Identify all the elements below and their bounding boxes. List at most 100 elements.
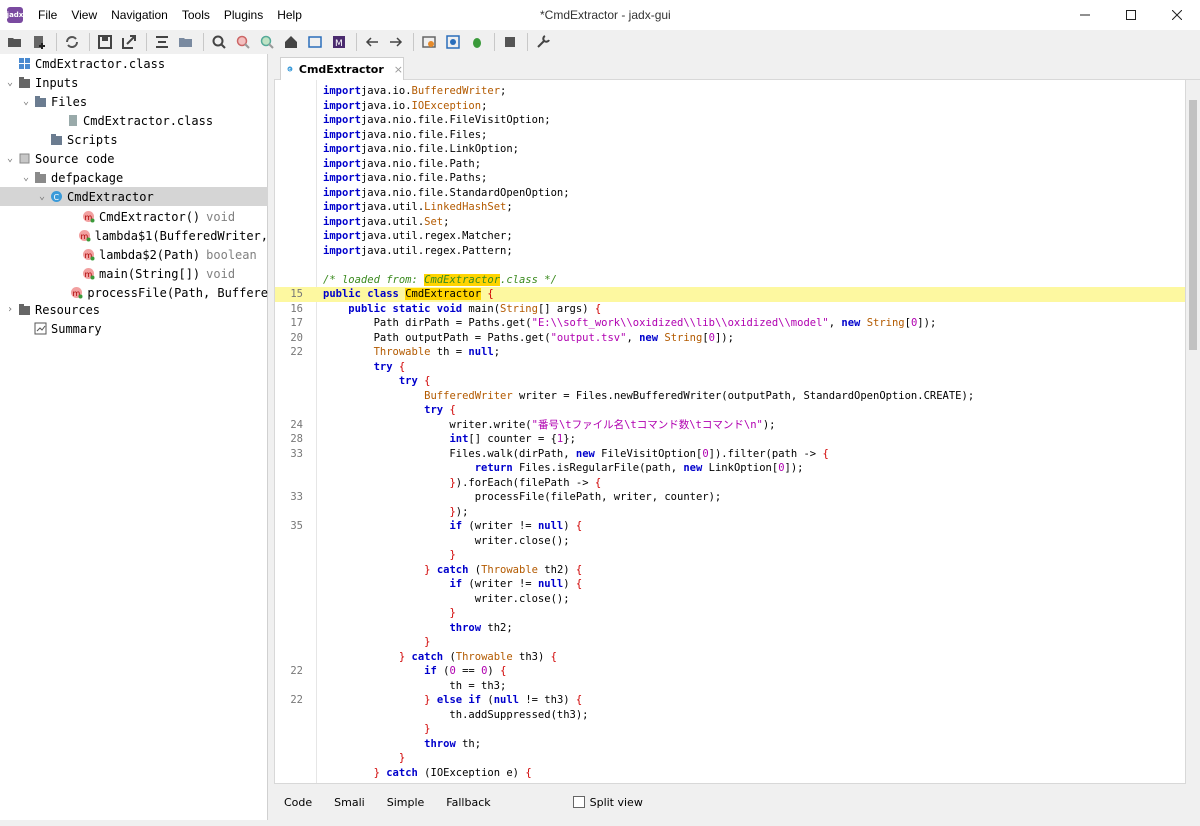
menu-file[interactable]: File (31, 0, 64, 30)
tree-item[interactable]: ⌄ Source code (0, 149, 268, 168)
menu-plugins[interactable]: Plugins (217, 0, 270, 30)
code-line[interactable]: 22 Throwable th = null; (275, 345, 1185, 360)
tab-simple[interactable]: Simple (387, 796, 425, 809)
menu-help[interactable]: Help (270, 0, 309, 30)
code-line[interactable]: importjava.io.BufferedWriter; (275, 84, 1185, 99)
smali-icon[interactable]: M (328, 32, 350, 52)
code-line[interactable]: }); (275, 505, 1185, 520)
tab-smali[interactable]: Smali (334, 796, 365, 809)
code-line[interactable]: 20 Path outputPath = Paths.get("output.t… (275, 331, 1185, 346)
code-line[interactable]: importjava.nio.file.Path; (275, 157, 1185, 172)
sync-icon[interactable] (61, 32, 83, 52)
maximize-icon[interactable] (1108, 0, 1154, 30)
code-line[interactable]: importjava.nio.file.FileVisitOption; (275, 113, 1185, 128)
tree-item[interactable]: m main(String[]) void (0, 264, 268, 283)
code-line[interactable]: } catch (Throwable th2) { (275, 563, 1185, 578)
code-line[interactable]: 33 processFile(filePath, writer, counter… (275, 490, 1185, 505)
code-line[interactable]: 28 int[] counter = {1}; (275, 432, 1185, 447)
tab-fallback[interactable]: Fallback (446, 796, 490, 809)
code-line[interactable]: throw th; (275, 737, 1185, 752)
code-line[interactable]: importjava.nio.file.Files; (275, 128, 1185, 143)
tree-item[interactable]: ⌄ Files (0, 92, 268, 111)
tree-item[interactable]: ⌄ defpackage (0, 168, 268, 187)
add-files-icon[interactable] (28, 32, 50, 52)
code-line[interactable]: writer.close(); (275, 534, 1185, 549)
code-line[interactable]: } (275, 722, 1185, 737)
code-line[interactable]: try { (275, 374, 1185, 389)
code-line[interactable]: throw th2; (275, 621, 1185, 636)
deobfuscation-icon[interactable] (418, 32, 440, 52)
debug-icon[interactable] (466, 32, 488, 52)
code-line[interactable]: try { (275, 360, 1185, 375)
split-view-checkbox[interactable] (572, 796, 585, 808)
expand-toggle-icon[interactable]: ⌄ (4, 77, 16, 88)
code-line[interactable]: 22 } else if (null != th3) { (275, 693, 1185, 708)
tree-item[interactable]: Summary (0, 319, 268, 338)
code-line[interactable]: 24 writer.write("番号\tファイル名\tコマンド数\tコマンド\… (275, 418, 1185, 433)
tab-code[interactable]: Code (284, 796, 312, 809)
code-line[interactable]: }).forEach(filePath -> { (275, 476, 1185, 491)
expand-toggle-icon[interactable]: ⌄ (4, 153, 16, 164)
menu-view[interactable]: View (64, 0, 104, 30)
find-class-icon[interactable] (232, 32, 254, 52)
decompile-all-icon[interactable] (442, 32, 464, 52)
code-line[interactable]: 16 public static void main(String[] args… (275, 302, 1185, 317)
logcat-icon[interactable] (304, 32, 326, 52)
code-line[interactable]: 35 if (writer != null) { (275, 519, 1185, 534)
tree-item[interactable]: m CmdExtractor() void (0, 207, 268, 226)
sync-tree-icon[interactable] (151, 32, 173, 52)
code-line[interactable]: importjava.nio.file.LinkOption; (275, 142, 1185, 157)
tab-cmdextractor[interactable]: C CmdExtractor × (280, 57, 404, 80)
scrollbar-thumb[interactable] (1189, 100, 1197, 350)
code-line[interactable]: writer.close(); (275, 592, 1185, 607)
code-line[interactable]: th = th3; (275, 679, 1185, 694)
code-line[interactable]: 17 Path dirPath = Paths.get("E:\\soft_wo… (275, 316, 1185, 331)
tab-close-icon[interactable]: × (394, 63, 403, 76)
menu-tools[interactable]: Tools (175, 0, 217, 30)
code-line[interactable]: importjava.util.regex.Matcher; (275, 229, 1185, 244)
code-line[interactable]: importjava.nio.file.Paths; (275, 171, 1185, 186)
code-line[interactable]: try { (275, 403, 1185, 418)
save-icon[interactable] (94, 32, 116, 52)
flatten-packages-icon[interactable] (175, 32, 197, 52)
code-line[interactable]: 33 Files.walk(dirPath, new FileVisitOpti… (275, 447, 1185, 462)
tree-item[interactable]: ⌄ Inputs (0, 73, 268, 92)
code-line[interactable]: } (275, 606, 1185, 621)
code-line[interactable]: importjava.util.Set; (275, 215, 1185, 230)
code-line[interactable]: return Files.isRegularFile(path, new Lin… (275, 461, 1185, 476)
code-line[interactable]: } (275, 635, 1185, 650)
tree-item[interactable]: CmdExtractor.class (0, 111, 268, 130)
code-line[interactable] (275, 258, 1185, 273)
open-folder-icon[interactable] (4, 32, 26, 52)
search-icon[interactable] (208, 32, 230, 52)
code-line[interactable]: } (275, 548, 1185, 563)
tree-item[interactable]: m lambda$2(Path) boolean (0, 245, 268, 264)
code-line[interactable]: importjava.io.IOException; (275, 99, 1185, 114)
code-line[interactable]: /* loaded from: CmdExtractor.class */ (275, 273, 1185, 288)
forward-icon[interactable] (385, 32, 407, 52)
expand-toggle-icon[interactable]: ⌄ (20, 172, 32, 183)
expand-toggle-icon[interactable]: › (4, 304, 16, 315)
find-usage-icon[interactable] (256, 32, 278, 52)
menu-navigation[interactable]: Navigation (104, 0, 175, 30)
tree-item[interactable]: ⌄ C CmdExtractor (0, 187, 268, 206)
preferences-icon[interactable] (532, 32, 554, 52)
tree-item[interactable]: › Resources (0, 300, 268, 319)
log-icon[interactable] (499, 32, 521, 52)
code-line[interactable]: importjava.nio.file.StandardOpenOption; (275, 186, 1185, 201)
minimize-icon[interactable] (1062, 0, 1108, 30)
expand-toggle-icon[interactable]: ⌄ (20, 96, 32, 107)
code-line[interactable]: 22 if (0 == 0) { (275, 664, 1185, 679)
export-icon[interactable] (118, 32, 140, 52)
tree-item[interactable]: CmdExtractor.class (0, 54, 268, 73)
code-line[interactable]: importjava.util.regex.Pattern; (275, 244, 1185, 259)
tree-item[interactable]: Scripts (0, 130, 268, 149)
code-line[interactable]: BufferedWriter writer = Files.newBuffere… (275, 389, 1185, 404)
code-editor[interactable]: importjava.io.BufferedWriter; importjava.… (274, 80, 1186, 784)
code-line[interactable]: } catch (IOException e) { (275, 766, 1185, 781)
tree-item[interactable]: m lambda$1(BufferedWriter, (0, 226, 268, 245)
code-line[interactable]: } (275, 751, 1185, 766)
vertical-scrollbar[interactable] (1186, 80, 1200, 784)
back-icon[interactable] (361, 32, 383, 52)
code-line[interactable]: } catch (Throwable th3) { (275, 650, 1185, 665)
